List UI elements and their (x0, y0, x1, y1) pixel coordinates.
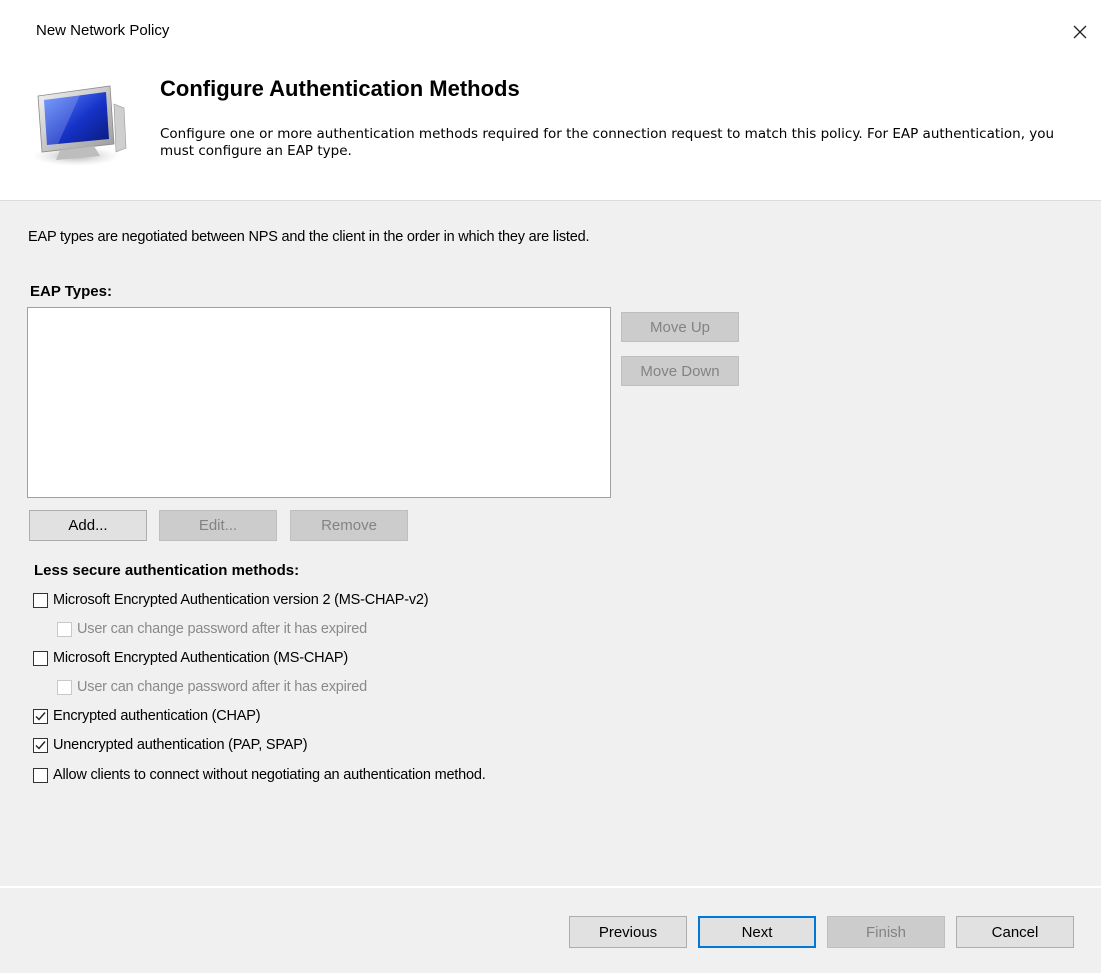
checkmark-icon (35, 740, 46, 750)
ms-chap-v2-change-password-row[interactable]: User can change password after it has ex… (57, 621, 367, 637)
close-button[interactable] (1062, 14, 1098, 50)
content-panel: EAP types are negotiated between NPS and… (0, 200, 1101, 888)
close-icon (1073, 25, 1087, 39)
intro-text: EAP types are negotiated between NPS and… (28, 229, 590, 245)
wizard-footer: Previous Next Finish Cancel (0, 886, 1101, 973)
chap-checkbox[interactable] (33, 708, 48, 724)
window-title: New Network Policy (36, 22, 170, 39)
checkmark-icon (35, 711, 46, 721)
wizard-banner: Configure Authentication Methods Configu… (0, 64, 1101, 200)
page-description: Configure one or more authentication met… (160, 126, 1055, 159)
page-heading: Configure Authentication Methods (160, 76, 520, 101)
finish-button[interactable]: Finish (827, 916, 945, 948)
ms-chap-change-password-checkbox[interactable] (57, 679, 72, 695)
ms-chap-v2-change-password-checkbox[interactable] (57, 621, 72, 637)
monitor-icon (32, 85, 127, 166)
pap-spap-label: Unencrypted authentication (PAP, SPAP) (53, 737, 308, 753)
eap-types-list[interactable] (27, 307, 611, 498)
ms-chap-v2-change-password-label: User can change password after it has ex… (77, 621, 368, 637)
ms-chap-checkbox[interactable] (33, 650, 48, 666)
eap-types-label: EAP Types: (30, 283, 112, 300)
add-eap-button[interactable]: Add... (29, 510, 147, 541)
move-up-button[interactable]: Move Up (621, 312, 739, 342)
pap-spap-checkbox-row[interactable]: Unencrypted authentication (PAP, SPAP) (33, 737, 308, 753)
ms-chap-label: Microsoft Encrypted Authentication (MS-C… (53, 650, 349, 666)
ms-chap-change-password-label: User can change password after it has ex… (77, 679, 368, 695)
edit-eap-button[interactable]: Edit... (159, 510, 277, 541)
previous-button[interactable]: Previous (569, 916, 687, 948)
no-negotiation-checkbox[interactable] (33, 767, 48, 783)
pap-spap-checkbox[interactable] (33, 737, 48, 753)
next-button[interactable]: Next (698, 916, 816, 948)
title-bar: New Network Policy (0, 0, 1101, 64)
ms-chap-checkbox-row[interactable]: Microsoft Encrypted Authentication (MS-C… (33, 650, 348, 666)
chap-checkbox-row[interactable]: Encrypted authentication (CHAP) (33, 708, 261, 724)
chap-label: Encrypted authentication (CHAP) (53, 708, 261, 724)
ms-chap-change-password-row[interactable]: User can change password after it has ex… (57, 679, 367, 695)
cancel-button[interactable]: Cancel (956, 916, 1074, 948)
no-negotiation-checkbox-row[interactable]: Allow clients to connect without negotia… (33, 767, 486, 783)
ms-chap-v2-label: Microsoft Encrypted Authentication versi… (53, 592, 429, 608)
ms-chap-v2-checkbox-row[interactable]: Microsoft Encrypted Authentication versi… (33, 592, 429, 608)
ms-chap-v2-checkbox[interactable] (33, 592, 48, 608)
less-secure-methods-label: Less secure authentication methods: (34, 562, 300, 579)
move-down-button[interactable]: Move Down (621, 356, 739, 386)
remove-eap-button[interactable]: Remove (290, 510, 408, 541)
no-negotiation-label: Allow clients to connect without negotia… (53, 767, 486, 783)
